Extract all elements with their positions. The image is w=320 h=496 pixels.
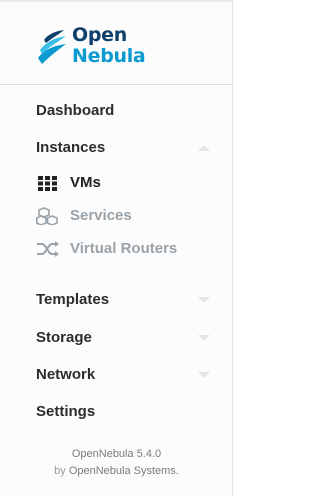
- chevron-up-icon: [198, 145, 210, 151]
- menu-item-label: Templates: [36, 291, 110, 308]
- sub-item-services[interactable]: Services: [36, 205, 216, 227]
- menu-item-templates[interactable]: Templates: [36, 289, 216, 311]
- sub-item-virtual-routers[interactable]: Virtual Routers: [36, 238, 216, 260]
- chevron-down-icon: [198, 372, 210, 378]
- menu-item-instances[interactable]: Instances: [36, 137, 216, 159]
- menu-item-label: Storage: [36, 329, 92, 346]
- version-text: OpenNebula 5.4.0: [71, 448, 162, 460]
- company-link[interactable]: OpenNebula Systems.: [69, 465, 179, 477]
- grid-icon: [38, 176, 57, 191]
- opennebula-logo[interactable]: Open Nebula: [36, 26, 166, 72]
- menu-item-label: Settings: [36, 403, 96, 420]
- sub-item-vms[interactable]: VMs: [36, 172, 216, 194]
- menu-item-network[interactable]: Network: [36, 364, 216, 386]
- chevron-down-icon: [198, 335, 210, 341]
- logo-divider: [0, 84, 233, 85]
- menu-item-label: Network: [36, 366, 96, 383]
- menu-item-settings[interactable]: Settings: [36, 401, 216, 423]
- menu-item-label: Dashboard: [36, 102, 115, 119]
- by-text: by: [54, 465, 66, 477]
- logo-icon: [38, 30, 66, 64]
- logo-text: Open Nebula: [72, 24, 146, 67]
- top-border: [0, 0, 233, 2]
- sub-item-label: Services: [70, 207, 132, 224]
- sub-item-label: VMs: [70, 174, 101, 191]
- sidebar: Open Nebula Dashboard Instances VMs Serv…: [0, 0, 233, 496]
- sub-item-label: Virtual Routers: [70, 240, 178, 257]
- company-credit: by OpenNebula Systems.: [0, 463, 233, 480]
- shuffle-icon: [37, 241, 59, 257]
- chevron-down-icon: [198, 297, 210, 303]
- menu-item-dashboard[interactable]: Dashboard: [36, 100, 216, 122]
- menu-item-storage[interactable]: Storage: [36, 327, 216, 349]
- logo-text-open: Open: [72, 24, 127, 46]
- menu-item-label: Instances: [36, 139, 106, 156]
- logo-text-nebula: Nebula: [72, 45, 146, 67]
- footer: OpenNebula 5.4.0 by OpenNebula Systems.: [0, 446, 233, 480]
- cubes-icon: [36, 207, 58, 225]
